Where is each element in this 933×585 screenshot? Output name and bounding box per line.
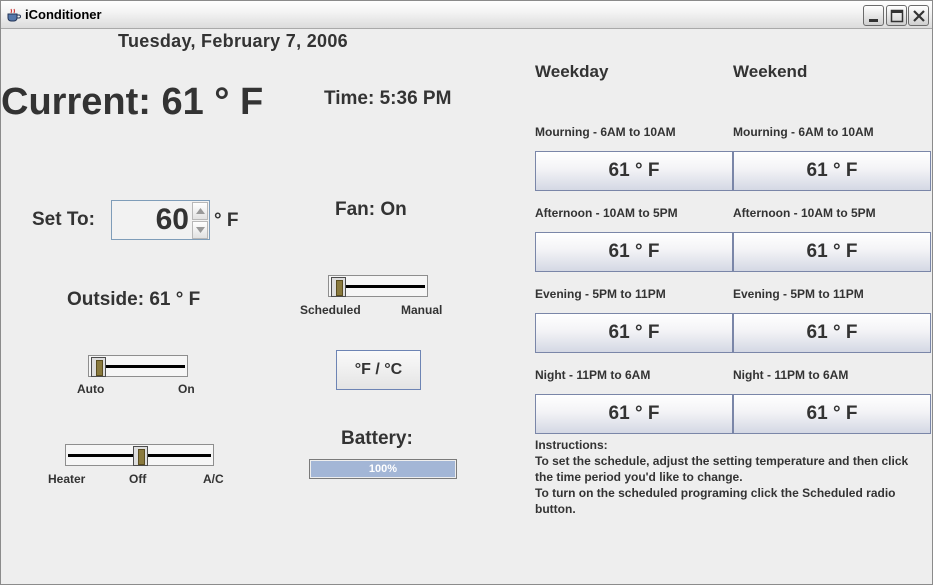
mode-scheduled-label: Scheduled (300, 303, 361, 317)
weekday-afternoon-button[interactable]: 61 ° F (535, 232, 733, 272)
arrow-down-icon (196, 227, 205, 233)
mode-slider-track[interactable] (328, 275, 428, 297)
hvac-ac-label: A/C (203, 472, 224, 486)
hvac-slider-track[interactable] (65, 444, 214, 466)
battery-percent: 100% (368, 463, 398, 475)
set-to-label: Set To: (32, 209, 95, 230)
title-bar[interactable]: iConditioner (1, 1, 932, 29)
instructions-line: To set the schedule, adjust the setting … (535, 454, 909, 468)
arrow-up-icon (196, 208, 205, 214)
weekend-evening-label: Evening - 5PM to 11PM (733, 287, 864, 301)
weekend-afternoon-button[interactable]: 61 ° F (733, 232, 931, 272)
weekday-evening-button[interactable]: 61 ° F (535, 313, 733, 353)
fan-on-label: On (178, 382, 195, 396)
fan-slider-thumb[interactable] (91, 357, 106, 377)
spinner-up-button[interactable] (192, 202, 208, 220)
weekday-morning-label: Mourning - 6AM to 10AM (535, 125, 676, 139)
maximize-icon (890, 9, 904, 23)
instructions-line: button. (535, 502, 576, 516)
time-label: Time: 5:36 PM (324, 88, 452, 109)
instructions-heading: Instructions: (535, 438, 608, 452)
close-icon (913, 10, 925, 22)
weekend-evening-button[interactable]: 61 ° F (733, 313, 931, 353)
unit-toggle-button[interactable]: °F / °C (336, 350, 421, 390)
weekend-morning-button[interactable]: 61 ° F (733, 151, 931, 191)
weekday-heading: Weekday (535, 62, 609, 81)
weekend-heading: Weekend (733, 62, 808, 81)
maximize-button[interactable] (886, 5, 907, 26)
date-label: Tuesday, February 7, 2006 (118, 31, 348, 51)
weekend-night-label: Night - 11PM to 6AM (733, 368, 849, 382)
window-title: iConditioner (25, 7, 102, 22)
fan-auto-label: Auto (77, 382, 105, 396)
close-button[interactable] (908, 5, 929, 26)
battery-label: Battery: (341, 428, 413, 449)
weekend-night-button[interactable]: 61 ° F (733, 394, 931, 434)
weekday-afternoon-label: Afternoon - 10AM to 5PM (535, 206, 678, 220)
set-to-unit: ° F (214, 210, 239, 231)
spinner-down-button[interactable] (192, 221, 208, 239)
hvac-heater-label: Heater (48, 472, 86, 486)
app-window: iConditioner Tuesday, February 7, 2006 C… (0, 0, 933, 585)
weekday-night-label: Night - 11PM to 6AM (535, 368, 651, 382)
fan-status: Fan: On (335, 199, 407, 220)
weekend-morning-label: Mourning - 6AM to 10AM (733, 125, 874, 139)
weekday-morning-button[interactable]: 61 ° F (535, 151, 733, 191)
minimize-button[interactable] (863, 5, 884, 26)
fan-slider-track[interactable] (88, 355, 188, 377)
set-temperature-value[interactable]: 60 (156, 203, 189, 237)
mode-slider-thumb[interactable] (331, 277, 346, 297)
instructions-line: the time period you'd like to change. (535, 470, 743, 484)
hvac-slider-thumb[interactable] (133, 446, 148, 466)
instructions-line: To turn on the scheduled programing clic… (535, 486, 896, 500)
weekday-evening-label: Evening - 5PM to 11PM (535, 287, 666, 301)
coffee-cup-icon (6, 8, 22, 22)
battery-progress-bar: 100% (309, 459, 457, 479)
set-temperature-spinner[interactable]: 60 (111, 200, 210, 240)
mode-manual-label: Manual (401, 303, 443, 317)
hvac-off-label: Off (129, 472, 147, 486)
weekday-night-button[interactable]: 61 ° F (535, 394, 733, 434)
outside-temperature: Outside: 61 ° F (67, 289, 201, 310)
instructions-text: Instructions: To set the schedule, adjus… (535, 437, 925, 517)
minimize-icon (869, 19, 878, 22)
current-temperature: Current: 61 ° F (1, 81, 264, 123)
weekend-afternoon-label: Afternoon - 10AM to 5PM (733, 206, 876, 220)
